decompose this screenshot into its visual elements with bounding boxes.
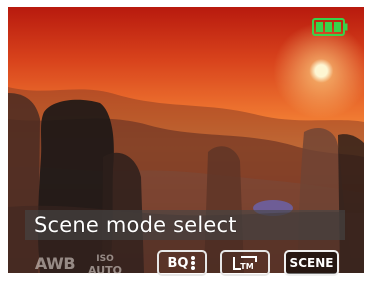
bq-dots-icon bbox=[191, 256, 196, 270]
tm-mode-button[interactable]: TM bbox=[220, 250, 270, 276]
svg-text:AUTO: AUTO bbox=[88, 264, 122, 276]
frame-tm-icon: TM bbox=[233, 256, 257, 271]
battery-indicator bbox=[312, 17, 350, 38]
scene-label: SCENE bbox=[289, 256, 334, 270]
iso-auto-icon: ISO AUTO bbox=[88, 254, 122, 276]
scene-mode-caption: Scene mode select bbox=[34, 213, 237, 237]
svg-text:TM: TM bbox=[240, 262, 253, 271]
scene-mode-button[interactable]: SCENE bbox=[284, 250, 339, 276]
awb-label: AWB bbox=[34, 253, 76, 273]
bq-mode-button[interactable]: BQ bbox=[157, 250, 207, 276]
camera-screen-frame: Scene mode select AWB ISO AUTO BQ TM SCE… bbox=[0, 0, 372, 281]
bq-label: BQ bbox=[167, 255, 189, 271]
svg-text:ISO: ISO bbox=[96, 254, 114, 264]
iso-auto-mode[interactable]: ISO AUTO bbox=[83, 250, 127, 276]
battery-icon bbox=[312, 18, 348, 36]
awb-mode[interactable]: AWB bbox=[31, 250, 79, 276]
